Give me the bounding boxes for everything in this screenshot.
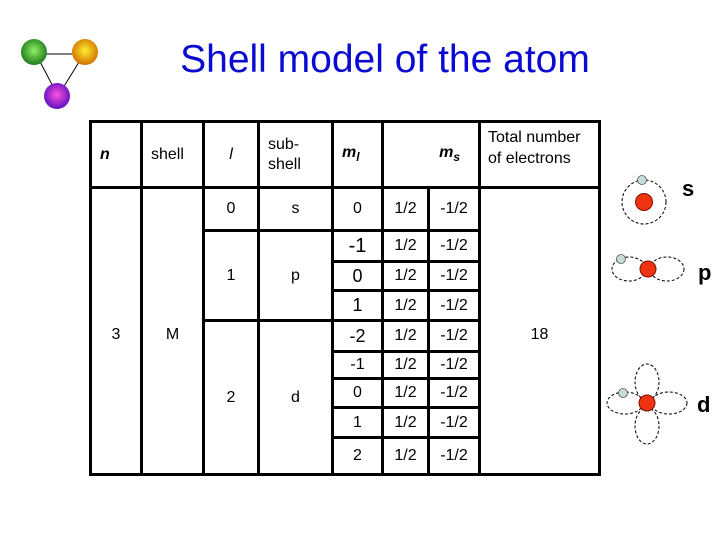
ms-down: -1/2	[427, 186, 481, 232]
header-ml: ml	[331, 120, 384, 189]
purple-ball-icon	[44, 83, 70, 109]
ml-value: 1	[331, 406, 384, 439]
n-value: 3	[89, 186, 143, 476]
page-title: Shell model of the atom	[180, 38, 590, 81]
header-row: n shell l sub-shell ml ms Total number of…	[89, 120, 601, 189]
ms-down: -1/2	[427, 377, 481, 409]
ms-up: 1/2	[381, 319, 430, 353]
ms-up: 1/2	[381, 260, 430, 292]
ml-value: 1	[331, 289, 384, 322]
header-shell: shell	[140, 120, 205, 189]
s-orbital-label: s	[682, 176, 695, 201]
ms-down: -1/2	[427, 406, 481, 439]
ml-value: -1	[331, 350, 384, 380]
ml-value: 2	[331, 436, 384, 476]
shell-value: M	[140, 186, 205, 476]
header-l: l	[202, 120, 260, 189]
ms-up: 1/2	[381, 436, 430, 476]
ml-value: -2	[331, 319, 384, 353]
header-n: n	[89, 120, 143, 189]
ms-down: -1/2	[427, 229, 481, 263]
table-row: 3 M 0 s 0 1/2 -1/2 18	[89, 186, 601, 476]
atom-logo-icon	[21, 39, 98, 109]
ms-down: -1/2	[427, 260, 481, 292]
d-orbital-label: d	[697, 392, 711, 417]
green-ball-icon	[21, 39, 47, 65]
ml-value: 0	[331, 260, 384, 292]
ml-value: -1	[331, 229, 384, 263]
ml-value: 0	[331, 377, 384, 409]
orange-ball-icon	[72, 39, 98, 65]
s-orbital-icon	[621, 175, 667, 225]
l-value: 2	[202, 319, 260, 476]
ms-down: -1/2	[427, 436, 481, 476]
shell-table: n shell l sub-shell ml ms Total number of…	[89, 120, 601, 476]
total-value: 18	[478, 186, 601, 476]
d-orbital-icon	[606, 363, 688, 445]
ms-up: 1/2	[381, 289, 430, 322]
ms-up: 1/2	[381, 406, 430, 439]
ms-up: 1/2	[381, 350, 430, 380]
subshell-name: d	[257, 319, 334, 476]
subshell-name: p	[257, 229, 334, 322]
ms-up: 1/2	[381, 377, 430, 409]
header-ms: ms	[381, 120, 481, 189]
header-subshell: sub-shell	[257, 120, 334, 189]
ml-value: 0	[331, 186, 384, 232]
ms-down: -1/2	[427, 319, 481, 353]
ms-up: 1/2	[381, 229, 430, 263]
ms-down: -1/2	[427, 289, 481, 322]
l-value: 1	[202, 229, 260, 322]
ms-down: -1/2	[427, 350, 481, 380]
ms-up: 1/2	[381, 186, 430, 232]
l-value: 0	[202, 186, 260, 232]
p-orbital-label: p	[698, 260, 712, 285]
subshell-name: s	[257, 186, 334, 232]
header-total: Total number of electrons	[478, 120, 601, 189]
p-orbital-icon	[611, 254, 685, 282]
